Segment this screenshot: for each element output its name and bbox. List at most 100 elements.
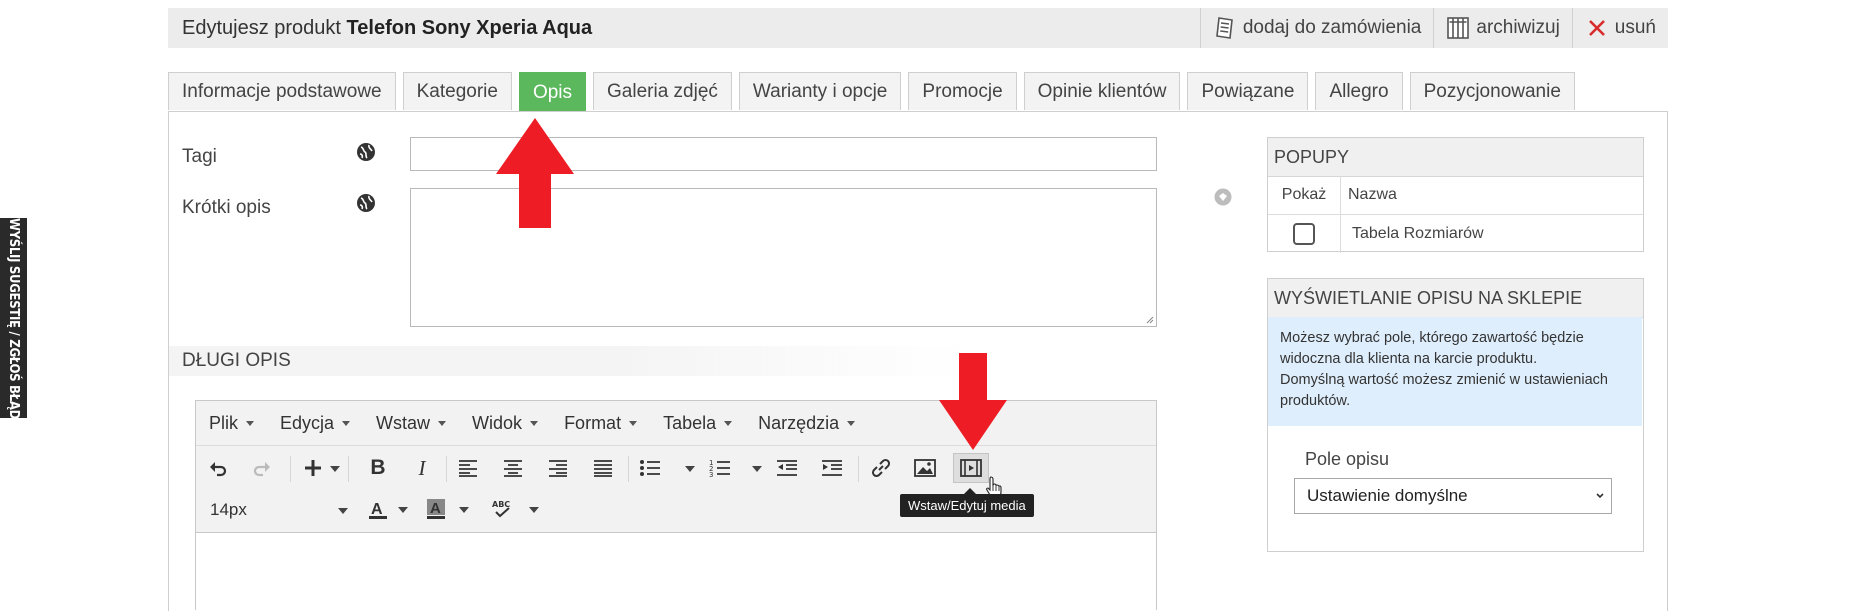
popup-show-checkbox[interactable]: [1293, 223, 1315, 245]
annotation-arrow-down: [939, 353, 1007, 450]
tab-categories[interactable]: Kategorie: [402, 72, 512, 110]
image-icon[interactable]: [911, 454, 939, 482]
chevron-down-icon[interactable]: [529, 507, 539, 513]
annotation-arrow-up: [496, 118, 574, 228]
chevron-down-icon: [342, 420, 351, 426]
col-name: Nazwa: [1348, 186, 1397, 203]
archive-icon: [1446, 16, 1470, 40]
chevron-down-icon[interactable]: [398, 507, 408, 513]
background-color-icon[interactable]: A: [422, 495, 450, 523]
title-prefix: Edytujesz produkt: [182, 16, 341, 39]
long-description-title: DŁUGI OPIS: [182, 350, 291, 371]
popups-header-row: Pokaż Nazwa: [1268, 176, 1643, 215]
chevron-down-icon: [1596, 493, 1604, 499]
popup-name: Tabela Rozmiarów: [1352, 225, 1484, 242]
resize-handle-icon[interactable]: [1146, 316, 1154, 324]
tab-basic-info[interactable]: Informacje podstawowe: [168, 72, 396, 110]
menu-format-label: Format: [564, 412, 622, 433]
editor-toolbar-row-1: B I 123: [196, 445, 1156, 498]
close-icon: [1585, 16, 1609, 40]
menu-edit[interactable]: Edycja: [267, 413, 363, 434]
svg-text:ABC: ABC: [492, 500, 510, 509]
media-icon[interactable]: [953, 453, 989, 483]
archive-label: archiwizuj: [1476, 17, 1560, 38]
tab-related[interactable]: Powiązane: [1187, 72, 1309, 110]
globe-icon[interactable]: [356, 142, 376, 162]
menu-view[interactable]: Widok: [459, 413, 551, 434]
chevron-down-icon: [246, 420, 255, 426]
svg-text:A: A: [371, 501, 383, 518]
chevron-down-icon: [724, 420, 733, 426]
add-to-order-button[interactable]: dodaj do zamówienia: [1199, 8, 1434, 48]
chevron-down-icon[interactable]: [752, 466, 762, 472]
order-icon: [1213, 16, 1237, 40]
short-description-label: Krótki opis: [182, 197, 271, 218]
table-row: Tabela Rozmiarów: [1268, 215, 1643, 253]
feedback-side-tab[interactable]: WYŚLIJ SUGESTIĘ / ZGŁOŚ BŁĄD: [0, 217, 27, 419]
display-info-line-2: Domyślną wartość możesz zmienić w ustawi…: [1280, 372, 1608, 409]
chevron-down-icon: [530, 420, 539, 426]
tags-label: Tagi: [182, 146, 217, 167]
tab-variants[interactable]: Warianty i opcje: [738, 72, 902, 110]
tab-allegro[interactable]: Allegro: [1315, 72, 1403, 110]
link-icon[interactable]: [867, 454, 895, 482]
description-field-select[interactable]: Ustawienie domyślne: [1294, 478, 1612, 514]
menu-edit-label: Edycja: [280, 412, 335, 433]
indent-icon[interactable]: [818, 454, 846, 482]
chevron-down-icon: [438, 420, 447, 426]
menu-insert-label: Wstaw: [376, 412, 431, 433]
align-right-icon[interactable]: [544, 454, 572, 482]
tab-seo[interactable]: Pozycjonowanie: [1409, 72, 1575, 110]
svg-text:3: 3: [709, 471, 713, 478]
product-header: Edytujesz produkt Telefon Sony Xperia Aq…: [168, 8, 1668, 48]
col-show: Pokaż: [1268, 176, 1341, 214]
chevron-down-icon[interactable]: [459, 507, 469, 513]
bullet-list-icon[interactable]: [636, 454, 664, 482]
undo-icon[interactable]: [204, 454, 232, 482]
align-left-icon[interactable]: [454, 454, 482, 482]
text-color-icon[interactable]: A: [364, 495, 392, 523]
media-tooltip: Wstaw/Edytuj media: [900, 488, 1034, 517]
tab-gallery[interactable]: Galeria zdjęć: [593, 72, 732, 110]
feedback-label: WYŚLIJ SUGESTIĘ / ZGŁOŚ BŁĄD: [6, 217, 21, 419]
align-justify-icon[interactable]: [589, 454, 617, 482]
description-field-label: Pole opisu: [1305, 449, 1390, 469]
popups-box: POPUPY Pokaż Nazwa Tabela Rozmiarów: [1267, 137, 1644, 253]
tab-description[interactable]: Opis: [518, 72, 587, 112]
help-icon[interactable]: [1214, 188, 1232, 206]
product-name: Telefon Sony Xperia Aqua: [346, 16, 593, 39]
delete-button[interactable]: usuń: [1571, 8, 1668, 48]
archive-button[interactable]: archiwizuj: [1433, 8, 1571, 48]
bold-icon[interactable]: B: [364, 454, 392, 482]
menu-format[interactable]: Format: [551, 413, 650, 434]
editor-content-area[interactable]: [196, 532, 1156, 613]
menu-insert[interactable]: Wstaw: [363, 413, 459, 434]
globe-icon[interactable]: [356, 193, 376, 213]
insert-plus-icon[interactable]: [299, 454, 327, 482]
numbered-list-icon[interactable]: 123: [706, 454, 734, 482]
page-title: Edytujesz produkt Telefon Sony Xperia Aq…: [168, 17, 592, 40]
tab-reviews[interactable]: Opinie klientów: [1023, 72, 1181, 110]
menu-file-label: Plik: [209, 412, 239, 433]
spellcheck-icon[interactable]: ABC: [488, 495, 516, 523]
italic-icon[interactable]: I: [408, 454, 436, 482]
display-title: WYŚWIETLANIE OPISU NA SKLEPIE: [1268, 279, 1643, 318]
align-center-icon[interactable]: [499, 454, 527, 482]
menu-file[interactable]: Plik: [196, 413, 267, 434]
chevron-down-icon[interactable]: [330, 466, 340, 472]
chevron-down-icon: [847, 420, 856, 426]
tab-promotions[interactable]: Promocje: [908, 72, 1017, 110]
chevron-down-icon[interactable]: [685, 466, 695, 472]
menu-table[interactable]: Tabela: [650, 413, 745, 434]
font-size-select[interactable]: 14px: [210, 494, 348, 526]
display-info: Możesz wybrać pole, którego zawartość bę…: [1268, 317, 1642, 426]
editor-menubar: Plik Edycja Wstaw Widok Format Tabela Na…: [196, 401, 868, 445]
redo-icon[interactable]: [248, 454, 276, 482]
menu-view-label: Widok: [472, 412, 523, 433]
long-description-heading: DŁUGI OPIS: [169, 346, 969, 376]
chevron-down-icon: [629, 420, 638, 426]
menu-tools[interactable]: Narzędzia: [745, 413, 868, 434]
chevron-down-icon: [338, 508, 348, 514]
menu-tools-label: Narzędzia: [758, 412, 840, 433]
outdent-icon[interactable]: [773, 454, 801, 482]
